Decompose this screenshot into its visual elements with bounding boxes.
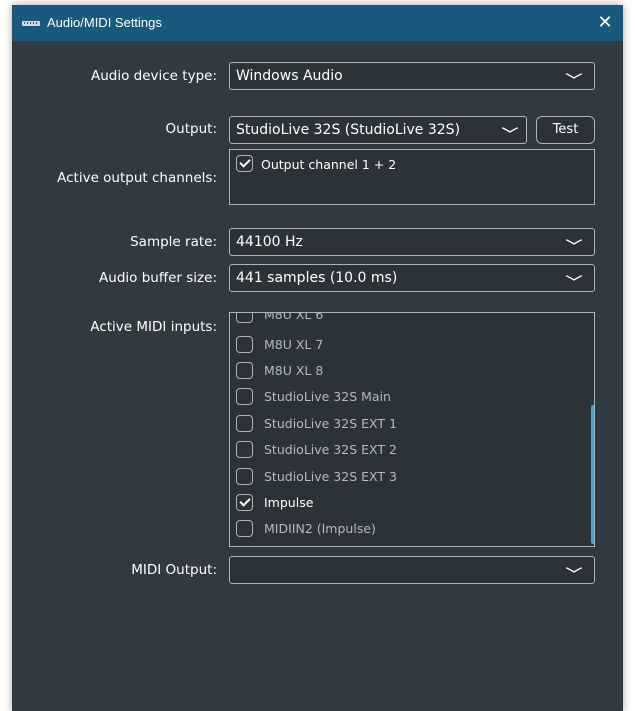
sample-rate-label: Sample rate: xyxy=(130,234,217,250)
output-channel-checkbox[interactable] xyxy=(236,155,253,172)
midi-input-label: StudioLive 32S EXT 1 xyxy=(264,416,397,431)
midi-input-label: M8U XL 6 xyxy=(264,312,324,322)
title-bar: Audio/MIDI Settings ✕ xyxy=(12,5,623,41)
audio-device-type-dropdown[interactable]: Windows Audio xyxy=(229,62,595,90)
midi-input-checkbox[interactable] xyxy=(236,468,253,485)
midi-input-checkbox[interactable] xyxy=(236,313,253,323)
midi-input-checkbox[interactable] xyxy=(236,388,253,405)
midi-input-label: Impulse xyxy=(264,495,314,510)
midi-input-checkbox[interactable] xyxy=(236,336,253,353)
midi-input-checkbox[interactable] xyxy=(236,362,253,379)
test-button[interactable]: Test xyxy=(536,116,595,144)
active-output-channels-list: Output channel 1 + 2 xyxy=(229,149,595,205)
app-keyboard-icon xyxy=(22,21,40,26)
audio-buffer-size-dropdown[interactable]: 441 samples (10.0 ms) xyxy=(229,264,595,292)
midi-input-checkbox[interactable] xyxy=(236,520,253,537)
chevron-down-icon xyxy=(565,69,583,79)
midi-input-checkbox[interactable] xyxy=(236,415,253,432)
midi-output-dropdown[interactable] xyxy=(229,556,595,584)
midi-input-label: StudioLive 32S Main xyxy=(264,389,391,404)
midi-input-label: StudioLive 32S EXT 3 xyxy=(264,469,397,484)
midi-output-label: MIDI Output: xyxy=(131,562,217,578)
active-midi-inputs-label: Active MIDI inputs: xyxy=(90,319,217,335)
chevron-down-icon xyxy=(565,235,583,245)
scrollbar-thumb[interactable] xyxy=(591,405,594,544)
audio-device-type-value: Windows Audio xyxy=(236,68,343,84)
midi-input-checkbox[interactable] xyxy=(236,441,253,458)
midi-input-checkbox[interactable] xyxy=(236,494,253,511)
midi-input-label: M8U XL 8 xyxy=(264,363,324,378)
audio-device-type-label: Audio device type: xyxy=(90,68,217,84)
midi-input-label: MIDIIN2 (Impulse) xyxy=(264,521,376,536)
active-output-channels-label: Active output channels: xyxy=(57,170,217,186)
output-dropdown[interactable]: StudioLive 32S (StudioLive 32S) xyxy=(229,116,527,144)
audio-midi-settings-window: Audio/MIDI Settings ✕ Audio device type:… xyxy=(12,5,623,711)
sample-rate-value: 44100 Hz xyxy=(236,234,303,250)
audio-buffer-size-label: Audio buffer size: xyxy=(99,270,217,286)
output-channel-label: Output channel 1 + 2 xyxy=(261,157,397,172)
midi-input-label: StudioLive 32S EXT 2 xyxy=(264,442,397,457)
chevron-down-icon xyxy=(565,563,583,573)
sample-rate-dropdown[interactable]: 44100 Hz xyxy=(229,228,595,256)
audio-buffer-size-value: 441 samples (10.0 ms) xyxy=(236,270,398,286)
output-value: StudioLive 32S (StudioLive 32S) xyxy=(236,122,461,138)
midi-input-label: M8U XL 7 xyxy=(264,337,324,352)
close-button[interactable]: ✕ xyxy=(587,5,623,41)
active-midi-inputs-list[interactable]: M8U XL 6 M8U XL 7 M8U XL 8 StudioLive 32… xyxy=(229,312,595,547)
window-title: Audio/MIDI Settings xyxy=(47,15,162,30)
chevron-down-icon xyxy=(565,271,583,281)
output-label: Output: xyxy=(165,121,217,137)
chevron-down-icon xyxy=(501,123,519,133)
